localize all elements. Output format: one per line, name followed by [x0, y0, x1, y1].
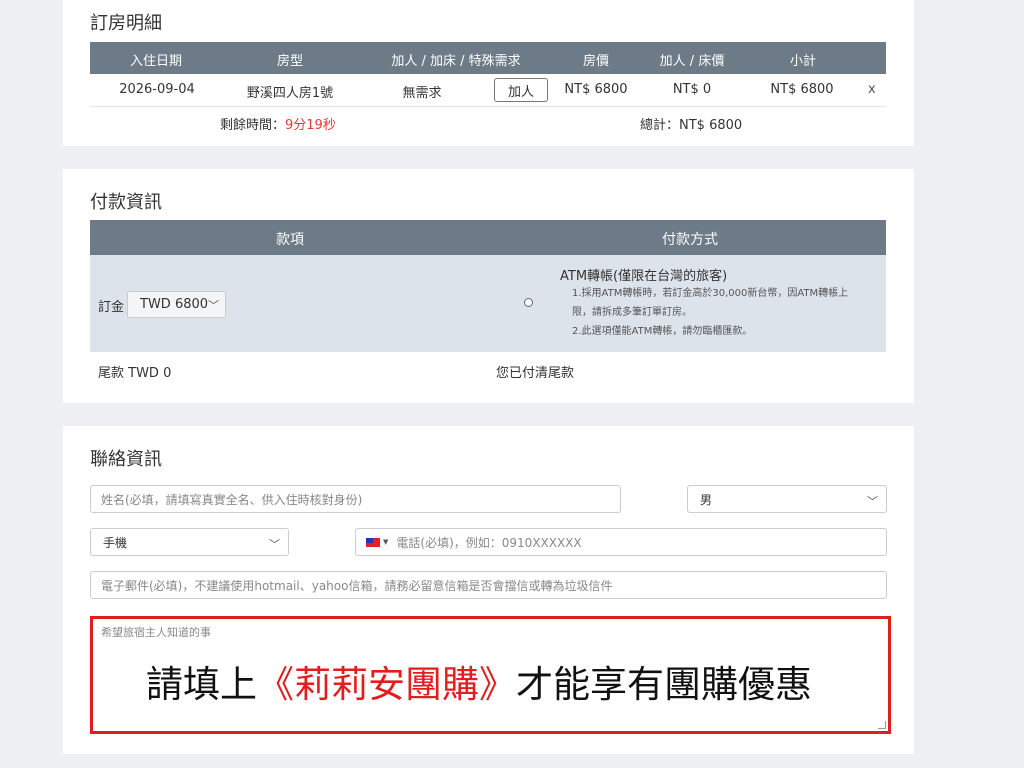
atm-method-title: ATM轉帳(僅限在台灣的旅客) — [560, 269, 728, 284]
header-room-price: 房價 — [582, 54, 609, 69]
gender-value: 男 — [700, 492, 713, 507]
chevron-down-icon: ﹀ — [867, 495, 878, 508]
header-payment-item: 款項 — [276, 232, 304, 248]
balance-status: 您已付清尾款 — [496, 366, 575, 381]
contact-info-title: 聯絡資訊 — [90, 449, 162, 470]
atm-note-line-2: 限，請拆成多筆訂單訂房。 — [572, 307, 692, 318]
gender-select[interactable]: 男 ﹀ — [687, 485, 887, 513]
remaining-time-countdown: 9分19秒 — [285, 118, 336, 133]
instruction-prefix: 請填上 — [146, 663, 257, 706]
atm-note-line-1: 1.採用ATM轉帳時，若訂金高於30,000新台幣，因ATM轉帳上 — [572, 288, 849, 299]
chevron-down-icon: ﹀ — [208, 299, 219, 312]
booking-total: 總計：NT$ 6800 — [640, 118, 743, 133]
balance-amount: 尾款 TWD 0 — [98, 366, 172, 381]
payment-table-header: 款項 付款方式 — [90, 220, 886, 255]
deposit-select[interactable]: TWD 6800 ﹀ — [127, 291, 226, 318]
chevron-down-icon: ﹀ — [269, 538, 280, 551]
group-buy-instruction: 請填上《莉莉安團購》才能享有團購優惠 — [146, 654, 812, 708]
extra-price: NT$ 0 — [672, 82, 712, 97]
resize-handle-icon[interactable] — [878, 721, 886, 729]
notes-placeholder: 希望旅宿主人知道的事 — [101, 626, 211, 639]
atm-transfer-radio[interactable] — [524, 298, 533, 307]
email-placeholder: 電子郵件(必填)，不建議使用hotmail、yahoo信箱，請務必留意信箱是否會… — [101, 578, 613, 593]
email-input[interactable]: 電子郵件(必填)，不建議使用hotmail、yahoo信箱，請務必留意信箱是否會… — [90, 571, 887, 599]
phone-placeholder: 電話(必填)，例如：0910XXXXXX — [396, 535, 582, 550]
payment-table: 款項 付款方式 訂金 TWD 6800 ﹀ ATM轉帳(僅限在台灣的旅客) 1.… — [90, 220, 886, 388]
payment-info-title: 付款資訊 — [90, 192, 162, 213]
instruction-highlight: 《莉莉安團購》 — [257, 663, 516, 706]
name-placeholder: 姓名(必填，請填寫真實全名、供入住時核對身份) — [101, 492, 363, 507]
header-room-type: 房型 — [276, 54, 303, 69]
phone-input[interactable]: ▼ 電話(必填)，例如：0910XXXXXX — [355, 528, 887, 556]
deposit-value: TWD 6800 — [140, 297, 209, 312]
special-request: 無需求 — [402, 86, 442, 101]
payment-row: 訂金 TWD 6800 ﹀ ATM轉帳(僅限在台灣的旅客) 1.採用ATM轉帳時… — [90, 255, 886, 352]
phone-type-value: 手機 — [103, 535, 128, 550]
header-payment-method: 付款方式 — [662, 232, 718, 248]
header-subtotal: 小計 — [789, 54, 816, 69]
table-row: 2026-09-04 野溪四人房1號 無需求 加人 NT$ 6800 NT$ 0… — [90, 74, 886, 107]
payment-info-card: 付款資訊 款項 付款方式 訂金 TWD 6800 ﹀ ATM轉帳(僅限在台灣的旅… — [63, 169, 914, 403]
name-input[interactable]: 姓名(必填，請填寫真實全名、供入住時核對身份) — [90, 485, 621, 513]
booking-summary: 剩餘時間：9分19秒 總計：NT$ 6800 — [90, 107, 886, 139]
room-price: NT$ 6800 — [564, 82, 628, 97]
header-extra-price: 加人 / 床價 — [659, 54, 725, 69]
balance-row: 尾款 TWD 0 您已付清尾款 — [90, 352, 886, 388]
booking-table: 入住日期 房型 加人 / 加床 / 特殊需求 房價 加人 / 床價 小計 202… — [90, 42, 886, 139]
country-caret-icon[interactable]: ▼ — [383, 538, 388, 546]
checkin-date: 2026-09-04 — [119, 82, 195, 97]
instruction-suffix: 才能享有團購優惠 — [516, 663, 812, 706]
taiwan-flag-icon[interactable] — [366, 537, 380, 547]
booking-details-card: 訂房明細 入住日期 房型 加人 / 加床 / 特殊需求 房價 加人 / 床價 小… — [63, 0, 914, 146]
header-extra-requests: 加人 / 加床 / 特殊需求 — [391, 54, 521, 69]
header-checkin-date: 入住日期 — [129, 54, 182, 69]
phone-type-select[interactable]: 手機 ﹀ — [90, 528, 289, 556]
atm-note-line-3: 2.此選項僅能ATM轉帳，請勿臨櫃匯款。 — [572, 326, 753, 337]
room-type: 野溪四人房1號 — [246, 86, 334, 101]
deposit-label: 訂金 — [98, 300, 125, 315]
booking-details-title: 訂房明細 — [90, 13, 162, 34]
remaining-time-text: 剩餘時間：9分19秒 — [220, 114, 350, 133]
contact-info-card: 聯絡資訊 姓名(必填，請填寫真實全名、供入住時核對身份) 男 ﹀ 手機 ﹀ ▼ … — [63, 426, 914, 754]
add-person-button[interactable]: 加人 — [494, 78, 548, 102]
notes-textarea[interactable]: 希望旅宿主人知道的事 請填上《莉莉安團購》才能享有團購優惠 — [90, 616, 891, 734]
subtotal: NT$ 6800 — [770, 82, 834, 97]
remove-booking-icon[interactable]: x — [868, 82, 876, 97]
remaining-time-label: 剩餘時間： — [220, 118, 286, 133]
booking-table-header: 入住日期 房型 加人 / 加床 / 特殊需求 房價 加人 / 床價 小計 — [90, 42, 886, 74]
